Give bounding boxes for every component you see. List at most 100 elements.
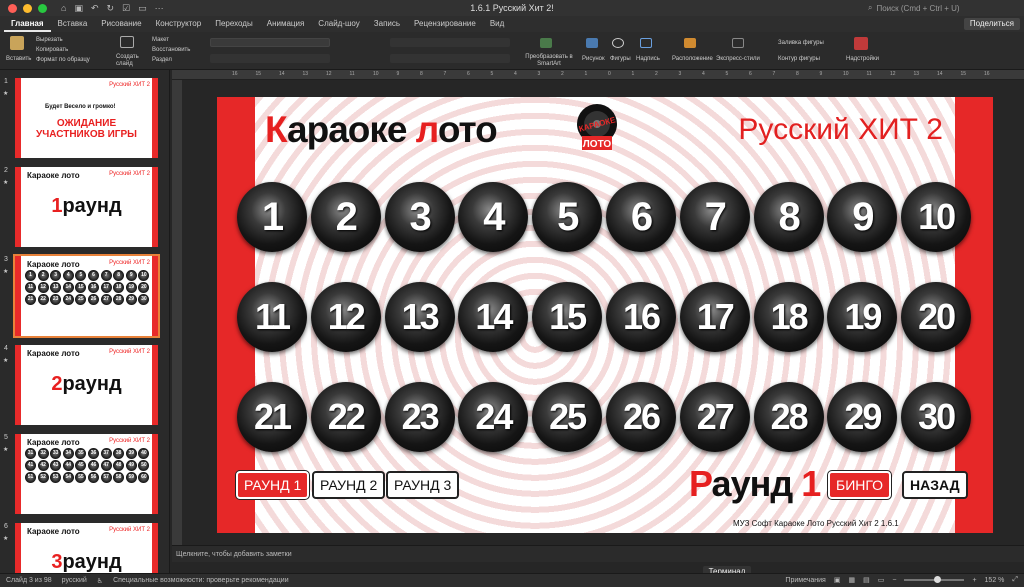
new-slide-button[interactable]: Создать слайд (116, 54, 146, 68)
number-disc[interactable]: 1 (237, 182, 307, 252)
number-disc[interactable]: 16 (606, 282, 676, 352)
number-disc[interactable]: 11 (237, 282, 307, 352)
tab-9[interactable]: Вид (483, 16, 511, 32)
textbox-button[interactable]: Надпись (636, 56, 660, 62)
close-window-button[interactable] (8, 3, 17, 13)
number-disc[interactable]: 6 (606, 182, 676, 252)
number-disc[interactable]: 13 (384, 282, 455, 352)
number-disc[interactable]: 19 (827, 282, 898, 352)
number-disc[interactable]: 30 (901, 382, 972, 452)
number-disc[interactable]: 20 (901, 282, 972, 352)
slide-thumbnail[interactable]: Русский ХИТ 2 Караоке лото 31 32 33 34 35 36 37 3… (15, 434, 158, 514)
number-disc[interactable]: 17 (679, 282, 750, 352)
more-icon[interactable]: ··· (155, 3, 164, 14)
tab-4[interactable]: Переходы (208, 16, 260, 32)
number-disc[interactable]: 21 (237, 382, 307, 452)
number-disc[interactable]: 9 (827, 182, 898, 252)
number-disc[interactable]: 2 (310, 182, 381, 252)
fit-slide-icon[interactable]: ⤢ (1012, 576, 1018, 584)
number-disc[interactable]: 4 (458, 182, 529, 252)
addins-icon[interactable] (854, 37, 868, 50)
slide-thumbnail[interactable]: Русский ХИТ 2 Караоке лото 1раунд (15, 167, 158, 247)
number-disc[interactable]: 26 (606, 382, 676, 452)
paste-icon[interactable] (10, 36, 24, 50)
bingo-button[interactable]: БИНГО (828, 471, 892, 499)
paste-button[interactable]: Вставить (6, 56, 31, 62)
sorter-view-icon[interactable]: ▦ (848, 576, 855, 584)
minimize-window-button[interactable] (23, 3, 32, 13)
shapes-icon[interactable] (612, 38, 624, 48)
number-disc[interactable]: 8 (753, 182, 824, 252)
section-button[interactable]: Раздел (152, 57, 172, 63)
smartart-icon[interactable] (540, 38, 552, 48)
slide-thumbnail[interactable]: Русский ХИТ 2 Караоке лото 3раунд (15, 523, 158, 573)
number-disc[interactable]: 28 (753, 382, 824, 452)
notes-pane[interactable]: Щелкните, чтобы добавить заметки (172, 545, 1024, 562)
accessibility-status[interactable]: Специальные возможности: проверьте реком… (113, 577, 289, 584)
slide-thumbnail[interactable]: Русский ХИТ 2 Будет Весело и громко! ОЖИДА… (15, 78, 158, 158)
number-disc[interactable]: 12 (310, 282, 381, 352)
number-disc[interactable]: 22 (310, 382, 381, 452)
number-disc[interactable]: 15 (532, 282, 603, 352)
copy-button[interactable]: Копировать (36, 47, 68, 53)
number-disc[interactable]: 23 (384, 382, 455, 452)
number-disc[interactable]: 25 (532, 382, 603, 452)
zoom-in-button[interactable]: + (972, 577, 976, 584)
zoom-slider-knob[interactable] (934, 576, 942, 583)
quick-styles-button[interactable]: Экспресс-стили (716, 56, 760, 62)
slideshow-icon[interactable]: ▭ (138, 3, 147, 14)
number-disc[interactable]: 29 (827, 382, 898, 452)
tab-1[interactable]: Вставка (51, 16, 95, 32)
new-slide-icon[interactable] (120, 36, 134, 48)
tab-0[interactable]: Главная (4, 16, 51, 32)
tab-5[interactable]: Анимация (260, 16, 312, 32)
picture-icon[interactable] (586, 38, 598, 48)
smartart-button[interactable]: Преобразовать в SmartArt (524, 54, 574, 68)
search-field[interactable]: ⌕ Поиск (Cmd + Ctrl + U) (868, 2, 1018, 14)
home-icon[interactable]: ⌂ (61, 3, 66, 14)
tab-6[interactable]: Слайд-шоу (311, 16, 366, 32)
slideshow-view-icon[interactable]: ▭ (878, 576, 885, 584)
font-family-select[interactable] (210, 38, 330, 47)
save-icon[interactable]: ▣ (74, 3, 83, 14)
notes-toggle-button[interactable]: Примечания (785, 577, 825, 584)
number-disc[interactable]: 5 (532, 182, 603, 252)
zoom-window-button[interactable] (38, 3, 47, 13)
round-3-button[interactable]: РАУНД 3 (386, 471, 460, 499)
number-disc[interactable]: 7 (679, 182, 750, 252)
zoom-level[interactable]: 152 % (985, 577, 1005, 584)
arrange-button[interactable]: Расположение (672, 56, 713, 62)
alignment-toolbar[interactable] (390, 54, 510, 63)
tab-3[interactable]: Конструктор (149, 16, 209, 32)
tab-2[interactable]: Рисование (94, 16, 148, 32)
arrange-icon[interactable] (684, 38, 696, 48)
shape-fill-button[interactable]: Заливка фигуры (778, 40, 824, 46)
layout-button[interactable]: Макет (152, 37, 169, 43)
cut-button[interactable]: Вырезать (36, 37, 63, 43)
tab-7[interactable]: Запись (367, 16, 407, 32)
font-format-toolbar[interactable] (210, 54, 330, 63)
shape-outline-button[interactable]: Контур фигуры (778, 56, 820, 62)
slide-thumbnail[interactable]: Русский ХИТ 2 Караоке лото 2раунд (15, 345, 158, 425)
number-disc[interactable]: 10 (901, 182, 972, 252)
slide-thumbnail[interactable]: Русский ХИТ 2 Караоке лото 1 2 3 4 5 6 7 8 9 10 11 12… (13, 254, 160, 338)
number-disc[interactable]: 14 (458, 282, 529, 352)
number-disc[interactable]: 3 (384, 182, 455, 252)
number-disc[interactable]: 24 (458, 382, 529, 452)
share-button[interactable]: Поделиться (963, 18, 1020, 30)
normal-view-icon[interactable]: ▣ (834, 576, 841, 584)
redo-icon[interactable]: ↻ (107, 3, 115, 14)
paragraph-toolbar[interactable] (390, 38, 510, 47)
zoom-slider[interactable] (904, 576, 965, 583)
shapes-button[interactable]: Фигуры (610, 56, 631, 62)
textbox-icon[interactable] (640, 38, 652, 48)
undo-icon[interactable]: ↶ (91, 3, 99, 14)
check-icon[interactable]: ☑ (122, 3, 130, 14)
number-disc[interactable]: 18 (753, 282, 824, 352)
addins-button[interactable]: Надстройки (846, 56, 879, 62)
current-slide[interactable]: Караоке лото КАРАОКЕ ЛОТО Русский ХИТ 2 … (217, 97, 993, 533)
reading-view-icon[interactable]: ▤ (863, 576, 870, 584)
number-disc[interactable]: 27 (679, 382, 750, 452)
round-2-button[interactable]: РАУНД 2 (312, 471, 386, 499)
tab-8[interactable]: Рецензирование (407, 16, 483, 32)
